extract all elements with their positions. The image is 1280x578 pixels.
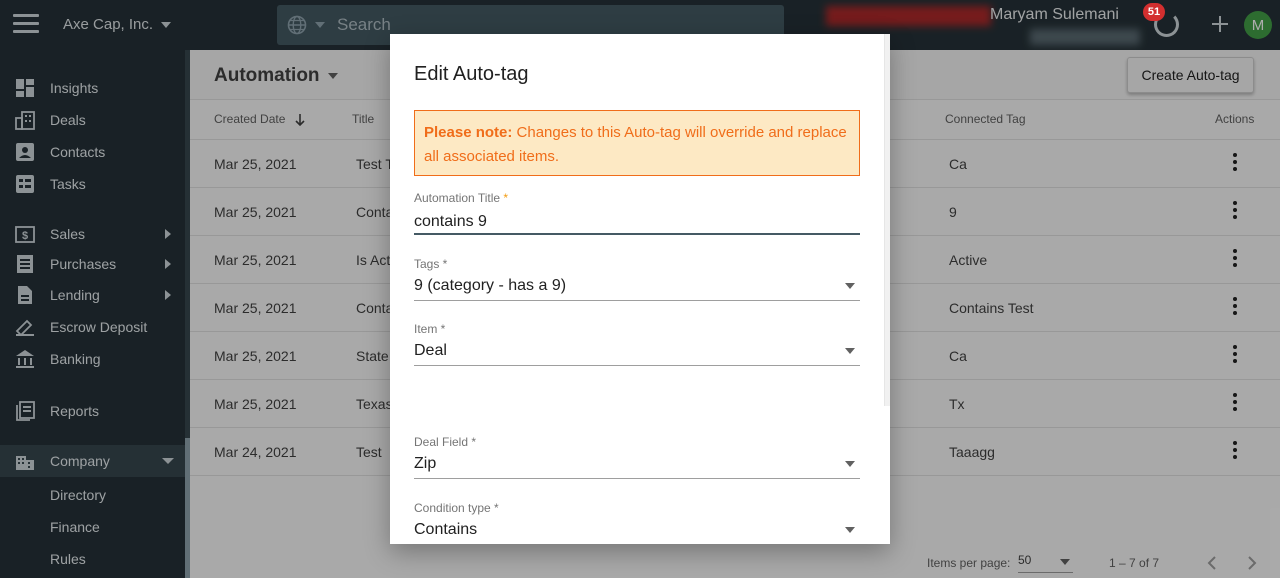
tags-select[interactable]: 9 (category - has a 9) [414, 277, 860, 301]
chevron-down-icon [845, 283, 855, 289]
required-marker: * [503, 191, 509, 205]
tags-label: Tags * [414, 257, 448, 271]
deal-field-field[interactable]: Deal Field * Zip [414, 435, 860, 479]
item-label: Item * [414, 322, 446, 336]
automation-title-field: Automation Title * [414, 191, 860, 235]
chevron-down-icon [845, 527, 855, 533]
automation-title-input[interactable] [414, 211, 860, 233]
tags-field[interactable]: Tags * 9 (category - has a 9) [414, 257, 860, 301]
dialog-scrollbar[interactable] [884, 34, 890, 544]
edit-auto-tag-dialog: Edit Auto-tag Please note: Changes to th… [390, 34, 890, 544]
chevron-down-icon [845, 348, 855, 354]
automation-title-label: Automation Title [414, 191, 501, 205]
note-heading: Please note: [424, 124, 513, 141]
dialog-title: Edit Auto-tag [414, 63, 529, 85]
item-field[interactable]: Item * Deal [414, 322, 860, 366]
chevron-down-icon [845, 461, 855, 467]
condition-type-label: Condition type * [414, 501, 499, 515]
item-select[interactable]: Deal [414, 342, 860, 366]
deal-field-label: Deal Field * [414, 435, 477, 449]
condition-type-field[interactable]: Condition type * Contains [414, 501, 860, 544]
notification-badge[interactable]: 51 [1143, 3, 1165, 21]
dialog-scrollbar-thumb[interactable] [884, 34, 890, 406]
condition-type-select[interactable]: Contains [414, 521, 860, 544]
warning-note: Please note: Changes to this Auto-tag wi… [414, 110, 860, 176]
deal-field-select[interactable]: Zip [414, 455, 860, 479]
